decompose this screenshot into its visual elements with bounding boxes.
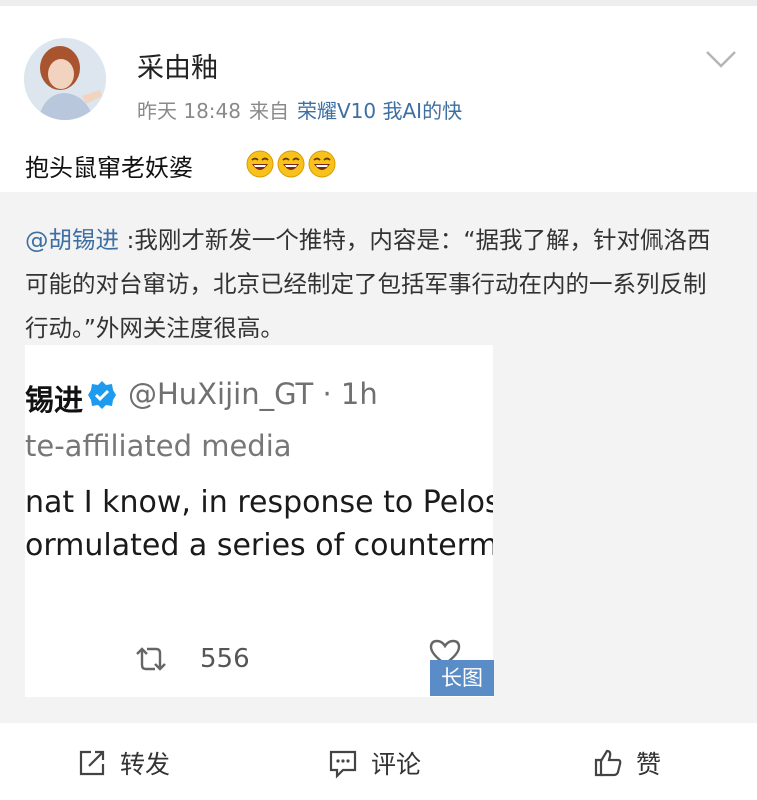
post-header: 采由釉 昨天 18:48 来自 荣耀V10 我AI的快 抱头鼠窜老妖婆 xyxy=(0,6,757,192)
retweet-icon xyxy=(136,647,166,671)
emoji-group xyxy=(246,150,336,178)
username[interactable]: 采由釉 xyxy=(137,46,218,85)
tweet-line-2: ormulated a series of counterme xyxy=(25,528,493,563)
repost-label: 转发 xyxy=(120,750,171,779)
comment-icon xyxy=(329,750,357,779)
tweet-author-name: 锡进 xyxy=(25,383,84,417)
comment-label: 评论 xyxy=(371,750,422,779)
avatar[interactable] xyxy=(24,38,106,120)
share-icon xyxy=(79,750,105,776)
tweet-handle-time: @HuXijin_GT · 1h xyxy=(128,377,378,411)
like-label: 赞 xyxy=(636,750,662,779)
post-time: 昨天 18:48 xyxy=(137,99,241,123)
post-meta: 昨天 18:48 来自 荣耀V10 我AI的快 xyxy=(137,95,462,124)
post-source[interactable]: 荣耀V10 我AI的快 xyxy=(297,99,462,123)
retweet-count: 556 xyxy=(200,644,250,674)
verified-badge-icon xyxy=(88,381,116,409)
tweet-line-1: nat I know, in response to Pelosi' xyxy=(25,485,493,520)
laughing-face-icon xyxy=(246,150,336,178)
tweet-affiliation: te-affiliated media xyxy=(25,429,292,463)
long-image-badge: 长图 xyxy=(430,660,494,696)
post-text: 抱头鼠窜老妖婆 xyxy=(25,154,193,182)
action-bar: 转发 评论 赞 xyxy=(0,723,757,800)
comment-button[interactable]: 评论 xyxy=(327,745,421,781)
tweet-screenshot[interactable]: 锡进 @HuXijin_GT · 1h te-affiliated media … xyxy=(25,345,493,697)
chevron-down-icon[interactable] xyxy=(704,46,738,72)
thumbs-up-icon xyxy=(594,749,622,777)
repost-text: @胡锡进 :我刚才新发一个推特，内容是：“据我了解，针对佩洛西可能的对台窜访，北… xyxy=(25,218,725,350)
repost-body: :我刚才新发一个推特，内容是：“据我了解，针对佩洛西可能的对台窜访，北京已经制定… xyxy=(25,226,711,342)
mention-link[interactable]: @胡锡进 xyxy=(25,226,119,254)
like-button[interactable]: 赞 xyxy=(592,745,661,781)
tweet-header: 锡进 @HuXijin_GT · 1h xyxy=(25,377,493,417)
from-label: 来自 xyxy=(249,99,289,123)
repost-button[interactable]: 转发 xyxy=(76,745,170,781)
